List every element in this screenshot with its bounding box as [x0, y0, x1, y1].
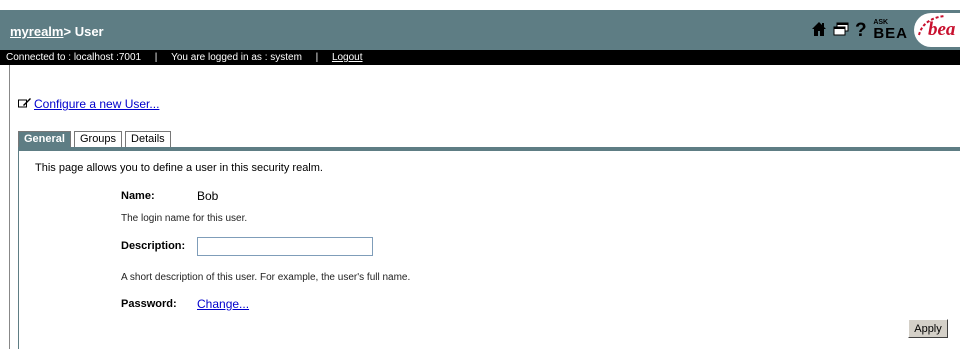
tab-details[interactable]: Details [125, 131, 171, 147]
connected-label: Connected to : [6, 52, 72, 63]
logout-link[interactable]: Logout [332, 52, 363, 63]
description-help: A short description of this user. For ex… [121, 272, 411, 283]
description-input[interactable] [197, 237, 373, 256]
connected-host: localhost :7001 [73, 52, 142, 63]
window-icon[interactable] [833, 22, 849, 39]
header-bar: myrealm> User ? ASK BEA bea [0, 10, 960, 50]
left-rule [9, 65, 10, 349]
home-icon[interactable] [811, 21, 827, 40]
intro-text: This page allows you to define a user in… [35, 162, 323, 174]
top-gap [0, 0, 960, 10]
title-separator: > [63, 24, 72, 39]
tab-bar: General Groups Details [18, 131, 174, 147]
name-help: The login name for this user. [121, 213, 248, 224]
change-password-link[interactable]: Change... [197, 297, 249, 311]
ask-bea-button[interactable]: ASK BEA [873, 19, 908, 41]
pencil-icon [18, 97, 32, 111]
bea-logo-text: bea [928, 19, 956, 40]
logged-label: You are logged in as : [171, 52, 268, 63]
header-icons: ? ASK BEA bea [811, 13, 960, 47]
logged-user: system [270, 52, 302, 63]
apply-button[interactable]: Apply [908, 319, 948, 338]
general-panel: This page allows you to define a user in… [18, 151, 960, 349]
configure-new-user-link[interactable]: Configure a new User... [34, 97, 159, 111]
title-page: User [74, 24, 104, 39]
help-icon[interactable]: ? [855, 20, 867, 41]
bea-logo: bea [914, 13, 960, 47]
status-bar: Connected to : localhost :7001 | You are l… [0, 50, 960, 65]
bea-label: BEA [873, 25, 908, 42]
tab-general[interactable]: General [18, 131, 71, 147]
tab-groups[interactable]: Groups [73, 131, 123, 147]
page-title: myrealm> User [10, 24, 104, 39]
password-label: Password: [121, 298, 177, 310]
realm-link[interactable]: myrealm [10, 24, 63, 39]
status-separator: | [315, 52, 319, 63]
description-label: Description: [121, 240, 186, 252]
name-label: Name: [121, 190, 155, 202]
name-value: Bob [197, 189, 219, 203]
svg-text:?: ? [855, 20, 867, 38]
configure-new-user: Configure a new User... [18, 97, 159, 111]
status-separator: | [154, 52, 158, 63]
